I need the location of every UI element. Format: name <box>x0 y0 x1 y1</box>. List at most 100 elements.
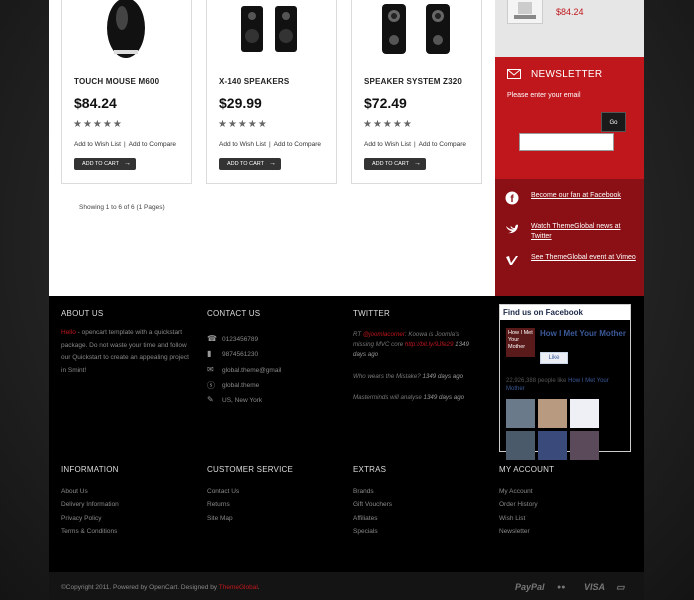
about-us: ABOUT US Hello - opencart template with … <box>61 309 193 377</box>
link-list: Brands Gift Vouchers Affiliates Specials <box>353 485 483 538</box>
social-twitter-link[interactable]: Watch ThemeGlobal news at Twitter <box>531 222 636 242</box>
footer-link[interactable]: Returns <box>207 498 337 511</box>
copyright-text: ©Copyright 2011. Powered by OpenCart. De… <box>61 584 260 591</box>
product-name[interactable]: TOUCH MOUSE M600 <box>74 77 159 86</box>
footer-link[interactable]: Delivery Information <box>61 498 191 511</box>
footer-link[interactable]: Wish List <box>499 512 629 525</box>
footer-link[interactable]: Brands <box>353 485 483 498</box>
mail-icon: ✉ <box>207 365 214 374</box>
footer-link[interactable]: Order History <box>499 498 629 511</box>
contact-mobile-text: 9874561230 <box>222 351 259 358</box>
product-name[interactable]: X-140 SPEAKERS <box>219 77 289 86</box>
twitter-icon <box>505 222 519 236</box>
contact-address-text: US, New York <box>222 397 263 404</box>
facebook-like-count: 22,926,388 people like How I Met Your Mo… <box>506 377 628 393</box>
tweet-text: Who wears the Mistake? <box>353 373 421 380</box>
add-to-compare-link[interactable]: Add to Compare <box>274 141 321 148</box>
newsletter-box: NEWSLETTER Please enter your email Go <box>495 57 644 179</box>
footer-link[interactable]: Newsletter <box>499 525 629 538</box>
product-links: Add to Wish List | Add to Compare <box>364 141 466 148</box>
link-list: About Us Delivery Information Privacy Po… <box>61 485 191 538</box>
tweet-time: 1349 days ago <box>423 394 465 401</box>
footer-link[interactable]: Gift Vouchers <box>353 498 483 511</box>
facebook-page-image[interactable]: How I Met Your Mother <box>506 328 535 357</box>
product-thumbnail[interactable] <box>507 0 543 24</box>
link-list: My Account Order History Wish List Newsl… <box>499 485 629 538</box>
extras-links: EXTRAS Brands Gift Vouchers Affiliates S… <box>353 465 483 538</box>
sidebar-product-price: $84.24 <box>556 7 584 17</box>
card-icon: ▭ <box>616 582 625 592</box>
facebook-page-name[interactable]: How I Met Your Mother <box>540 329 628 338</box>
newsletter-text: Please enter your email <box>507 92 581 99</box>
add-to-compare-link[interactable]: Add to Compare <box>129 141 176 148</box>
main-content: TOUCH MOUSE M600 $84.24 ★★★★★ Add to Wis… <box>49 0 644 296</box>
footer-link[interactable]: About Us <box>61 485 191 498</box>
product-price: $29.99 <box>219 95 262 111</box>
separator: | <box>268 141 271 148</box>
rating-stars: ★★★★★ <box>73 119 123 130</box>
product-name[interactable]: SPEAKER SYSTEM Z320 <box>364 77 462 86</box>
add-to-wishlist-link[interactable]: Add to Wish List <box>219 141 266 148</box>
hello-link[interactable]: Hello <box>61 329 76 336</box>
copyright-body: ©Copyright 2011. Powered by OpenCart. De… <box>61 584 219 591</box>
social-vimeo-link[interactable]: See ThemeGlobal event at Vimeo <box>531 253 636 263</box>
newsletter-email-input[interactable] <box>519 133 614 151</box>
copyright-end: . <box>257 584 260 591</box>
customer-service-title: CUSTOMER SERVICE <box>207 465 294 474</box>
tweet-url-link[interactable]: http://bit.ly/9Jfe29 <box>405 341 454 348</box>
product-card[interactable]: X-140 SPEAKERS $29.99 ★★★★★ Add to Wish … <box>206 0 337 184</box>
product-card[interactable]: TOUCH MOUSE M600 $84.24 ★★★★★ Add to Wis… <box>61 0 192 184</box>
footer-link[interactable]: Specials <box>353 525 483 538</box>
sidebar: $84.24 NEWSLETTER Please enter your emai… <box>495 0 644 296</box>
add-to-cart-label: ADD TO CART <box>227 161 264 167</box>
footer-link[interactable]: Site Map <box>207 512 337 525</box>
designer-link[interactable]: ThemeGlobal <box>219 584 258 591</box>
mobile-icon: ▮ <box>207 349 212 358</box>
footer-link[interactable]: Affiliates <box>353 512 483 525</box>
pagination-results: Showing 1 to 6 of 6 (1 Pages) <box>79 204 165 211</box>
add-to-wishlist-link[interactable]: Add to Wish List <box>364 141 411 148</box>
footer-link[interactable]: My Account <box>499 485 629 498</box>
copyright-bar: ©Copyright 2011. Powered by OpenCart. De… <box>49 572 644 600</box>
fan-avatar[interactable] <box>570 399 599 428</box>
fan-avatar[interactable] <box>570 431 599 460</box>
add-to-cart-button[interactable]: ADD TO CART → <box>364 158 426 170</box>
twitter-title: TWITTER <box>353 309 390 318</box>
add-to-compare-link[interactable]: Add to Compare <box>419 141 466 148</box>
footer-link[interactable]: Privacy Policy <box>61 512 191 525</box>
tweet-mention-link[interactable]: @joomlacorner <box>363 331 405 338</box>
social-facebook-link[interactable]: Become our fan at Facebook <box>531 191 636 201</box>
mail-icon <box>507 69 521 79</box>
fan-avatar[interactable] <box>506 399 535 428</box>
product-links: Add to Wish List | Add to Compare <box>74 141 176 148</box>
extras-title: EXTRAS <box>353 465 387 474</box>
tweet: Who wears the Mistake? 1349 days ago <box>353 372 471 382</box>
mouse-icon[interactable] <box>62 0 191 62</box>
add-to-cart-button[interactable]: ADD TO CART → <box>74 158 136 170</box>
tweet: Masterminds will analyse 1349 days ago <box>353 393 471 403</box>
footer-link[interactable]: Contact Us <box>207 485 337 498</box>
rating-stars: ★★★★★ <box>218 119 268 130</box>
facebook-widget-title: Find us on Facebook <box>500 305 630 320</box>
speaker-system-icon[interactable] <box>352 0 481 62</box>
contact-email-text[interactable]: global.theme@gmail <box>222 367 281 374</box>
product-price: $84.24 <box>74 95 117 111</box>
fan-avatar[interactable] <box>506 431 535 460</box>
arrow-right-icon: → <box>269 160 276 167</box>
contact-us: CONTACT US ☎ 0123456789 ▮ 9874561230 ✉ glob… <box>207 309 337 429</box>
visa-icon: VISA <box>584 582 606 592</box>
pen-icon: ✎ <box>207 395 214 404</box>
fan-avatar[interactable] <box>538 431 567 460</box>
fan-avatar[interactable] <box>538 399 567 428</box>
speakers-icon[interactable] <box>207 0 336 62</box>
facebook-like-button[interactable]: Like <box>540 352 568 364</box>
add-to-wishlist-link[interactable]: Add to Wish List <box>74 141 121 148</box>
contact-skype-text: global.theme <box>222 382 260 389</box>
newsletter-go-button[interactable]: Go <box>601 112 626 132</box>
footer-link[interactable]: Terms & Conditions <box>61 525 191 538</box>
add-to-cart-button[interactable]: ADD TO CART → <box>219 158 281 170</box>
product-card[interactable]: SPEAKER SYSTEM Z320 $72.49 ★★★★★ Add to … <box>351 0 482 184</box>
about-us-title: ABOUT US <box>61 309 104 318</box>
customer-service-links: CUSTOMER SERVICE Contact Us Returns Site… <box>207 465 337 525</box>
arrow-right-icon: → <box>124 160 131 167</box>
